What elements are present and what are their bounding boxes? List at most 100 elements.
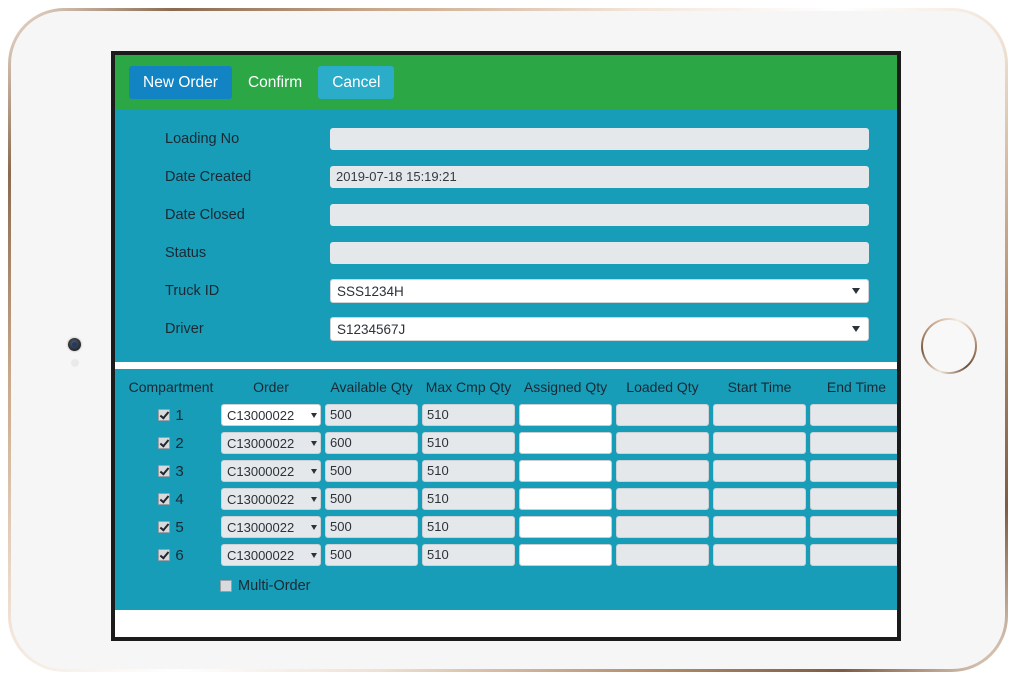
- cell-assigned-qty: [517, 457, 614, 485]
- cell-end-time: [808, 485, 897, 513]
- cell-order: C13000022: [219, 513, 323, 541]
- max-cmp-qty-input: 510: [422, 516, 515, 538]
- compartment-checkbox[interactable]: [158, 521, 170, 533]
- date-closed-input[interactable]: [330, 204, 869, 226]
- cell-loaded-qty: [614, 513, 711, 541]
- compartment-number: 5: [175, 519, 183, 536]
- chevron-down-icon: [311, 497, 317, 502]
- order-select[interactable]: C13000022: [221, 404, 321, 426]
- compartment-checkbox[interactable]: [158, 549, 170, 561]
- front-camera-icon: [68, 338, 81, 351]
- compartment-number: 3: [175, 463, 183, 480]
- driver-selected-value: S1234567J: [337, 322, 405, 337]
- column-header-start-time: Start Time: [711, 375, 808, 401]
- table-row: 4C13000022500510: [123, 485, 897, 513]
- table-row: 2C13000022600510: [123, 429, 897, 457]
- loaded-qty-input: [616, 432, 709, 454]
- order-select[interactable]: C13000022: [221, 516, 321, 538]
- end-time-input: [810, 404, 897, 426]
- loading-no-input[interactable]: [330, 128, 869, 150]
- assigned-qty-input[interactable]: [519, 432, 612, 454]
- start-time-input: [713, 488, 806, 510]
- cell-start-time: [711, 485, 808, 513]
- loaded-qty-input: [616, 544, 709, 566]
- chevron-down-icon: [311, 553, 317, 558]
- cell-loaded-qty: [614, 429, 711, 457]
- assigned-qty-input[interactable]: [519, 460, 612, 482]
- end-time-input: [810, 432, 897, 454]
- assigned-qty-input[interactable]: [519, 516, 612, 538]
- compartment-number: 2: [175, 435, 183, 452]
- date-created-input[interactable]: 2019-07-18 15:19:21: [330, 166, 869, 188]
- order-selected-value: C13000022: [227, 408, 294, 423]
- label-loading-no: Loading No: [135, 131, 330, 147]
- chevron-down-icon: [311, 441, 317, 446]
- cell-order: C13000022: [219, 541, 323, 569]
- multi-order-row[interactable]: Multi-Order: [123, 569, 889, 594]
- cell-end-time: [808, 541, 897, 569]
- table-row: 1 C13000022 500510: [123, 401, 897, 429]
- assigned-qty-input[interactable]: [519, 544, 612, 566]
- order-select[interactable]: C13000022: [221, 544, 321, 566]
- multi-order-label: Multi-Order: [238, 578, 311, 594]
- max-cmp-qty-input: 510: [422, 488, 515, 510]
- available-qty-input: 500: [325, 404, 418, 426]
- chevron-down-icon: [311, 469, 317, 474]
- available-qty-input: 500: [325, 516, 418, 538]
- order-select[interactable]: C13000022: [221, 488, 321, 510]
- cell-start-time: [711, 541, 808, 569]
- cell-compartment: 2: [123, 429, 219, 457]
- end-time-input: [810, 544, 897, 566]
- start-time-input: [713, 404, 806, 426]
- label-date-created: Date Created: [135, 169, 330, 185]
- ambient-sensor-icon: [71, 359, 79, 367]
- available-qty-input: 600: [325, 432, 418, 454]
- compartment-number: 4: [175, 491, 183, 508]
- assigned-qty-input[interactable]: [519, 404, 612, 426]
- chevron-down-icon: [311, 525, 317, 530]
- tablet-bezel: New OrderConfirmCancel Loading No Date Cr…: [11, 11, 1005, 669]
- cell-compartment: 4: [123, 485, 219, 513]
- new-order-button[interactable]: New Order: [129, 66, 232, 100]
- form-row-truck-id: Truck IDSSS1234H: [135, 272, 869, 310]
- cancel-button[interactable]: Cancel: [318, 66, 394, 100]
- end-time-input: [810, 488, 897, 510]
- compartment-table: CompartmentOrderAvailable QtyMax Cmp Qty…: [123, 375, 897, 569]
- compartment-checkbox[interactable]: [158, 437, 170, 449]
- status-input[interactable]: [330, 242, 869, 264]
- cell-max-cmp-qty: 510: [420, 401, 517, 429]
- cell-assigned-qty: [517, 485, 614, 513]
- form-row-loading-no: Loading No: [135, 120, 869, 158]
- cell-assigned-qty: [517, 513, 614, 541]
- compartment-number: 1: [175, 407, 183, 424]
- compartment-checkbox[interactable]: [158, 493, 170, 505]
- compartment-checkbox[interactable]: [158, 409, 170, 421]
- order-selected-value: C13000022: [227, 492, 294, 507]
- cell-assigned-qty: [517, 401, 614, 429]
- cell-max-cmp-qty: 510: [420, 541, 517, 569]
- home-button[interactable]: [921, 318, 977, 374]
- chevron-down-icon: [852, 288, 860, 294]
- confirm-button[interactable]: Confirm: [234, 66, 316, 100]
- cell-end-time: [808, 457, 897, 485]
- truck-id-select[interactable]: SSS1234H: [330, 279, 869, 303]
- column-header-loaded-qty: Loaded Qty: [614, 375, 711, 401]
- compartment-checkbox[interactable]: [158, 465, 170, 477]
- table-head: CompartmentOrderAvailable QtyMax Cmp Qty…: [123, 375, 897, 401]
- assigned-qty-input[interactable]: [519, 488, 612, 510]
- cell-start-time: [711, 457, 808, 485]
- order-select[interactable]: C13000022: [221, 432, 321, 454]
- cell-assigned-qty: [517, 429, 614, 457]
- cell-order: C13000022: [219, 457, 323, 485]
- cell-loaded-qty: [614, 485, 711, 513]
- cell-end-time: [808, 429, 897, 457]
- order-select[interactable]: C13000022: [221, 460, 321, 482]
- driver-select[interactable]: S1234567J: [330, 317, 869, 341]
- app-screen: New OrderConfirmCancel Loading No Date Cr…: [115, 55, 897, 637]
- cell-loaded-qty: [614, 541, 711, 569]
- cell-max-cmp-qty: 510: [420, 485, 517, 513]
- multi-order-checkbox[interactable]: [220, 580, 232, 592]
- column-header-order: Order: [219, 375, 323, 401]
- available-qty-input: 500: [325, 460, 418, 482]
- cell-loaded-qty: [614, 401, 711, 429]
